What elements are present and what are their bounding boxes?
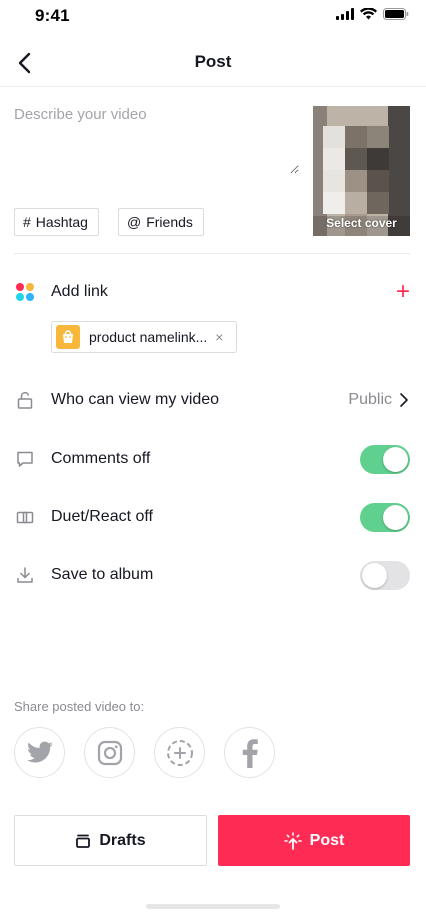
privacy-value-group: Public [348,391,410,409]
duet-icon [14,506,36,528]
friends-label: Friends [146,214,193,230]
duet-toggle[interactable] [360,502,410,532]
save-album-toggle-wrap [360,560,410,590]
share-twitter-button[interactable] [14,727,65,778]
product-link-chip[interactable]: product namelink... × [51,321,237,353]
select-cover-label: Select cover [326,216,397,230]
privacy-value: Public [348,391,392,408]
remove-product-icon[interactable]: × [215,329,223,345]
duet-label: Duet/React off [51,508,153,525]
comments-label: Comments off [51,450,151,467]
nav-bar: Post [0,40,426,87]
share-instagram-button[interactable] [84,727,135,778]
share-icons [14,727,275,778]
friends-button[interactable]: @ Friends [118,208,204,236]
add-link-row[interactable]: Add link + [14,272,410,312]
share-facebook-button[interactable] [224,727,275,778]
hashtag-button[interactable]: # Hashtag [14,208,99,236]
wifi-icon [360,8,377,20]
post-sparkle-icon [283,831,302,850]
toggle-knob [383,504,408,530]
comments-row: Comments off [14,439,410,479]
lock-icon [14,389,36,411]
save-album-toggle[interactable] [360,560,410,590]
drafts-icon [76,834,91,848]
instagram-icon [97,740,122,765]
product-name: product namelink... [89,329,208,345]
privacy-label: Who can view my video [51,391,220,408]
link-dots-icon [14,281,36,303]
hashtag-label: Hashtag [35,214,88,230]
facebook-icon [242,738,258,768]
comments-toggle[interactable] [360,444,410,474]
status-bar: 9:41 [0,0,426,34]
duet-toggle-wrap [360,502,410,532]
twitter-icon [26,741,53,762]
plus-icon: + [395,278,410,305]
post-label: Post [309,831,345,849]
status-icons [336,8,409,20]
save-album-row: Save to album [14,555,410,595]
privacy-row[interactable]: Who can view my video Public [14,380,410,420]
status-time: 9:41 [35,6,70,25]
add-link-label: Add link [51,283,108,300]
shopping-bag-icon [56,325,80,349]
at-icon: @ [127,214,142,230]
duet-row: Duet/React off [14,497,410,537]
download-icon [14,564,36,586]
home-indicator [146,904,280,909]
add-link-action[interactable]: + [396,280,410,304]
toggle-knob [362,562,387,588]
post-button[interactable]: Post [218,815,410,866]
add-story-icon [166,739,193,766]
chevron-right-icon [400,393,408,407]
cover-thumbnail[interactable]: Select cover [313,106,410,236]
share-story-button[interactable] [154,727,205,778]
battery-icon [383,8,409,20]
hashtag-icon: # [23,214,31,230]
page-title: Post [194,52,232,71]
comments-toggle-wrap [360,444,410,474]
save-album-label: Save to album [51,566,154,583]
comment-icon [14,448,36,470]
cellular-signal-icon [336,8,354,20]
share-title: Share posted video to: [14,699,145,714]
drafts-button[interactable]: Drafts [14,815,207,866]
divider [14,253,410,254]
drafts-label: Drafts [99,831,146,849]
toggle-knob [383,446,408,472]
caption-input[interactable] [14,106,299,174]
